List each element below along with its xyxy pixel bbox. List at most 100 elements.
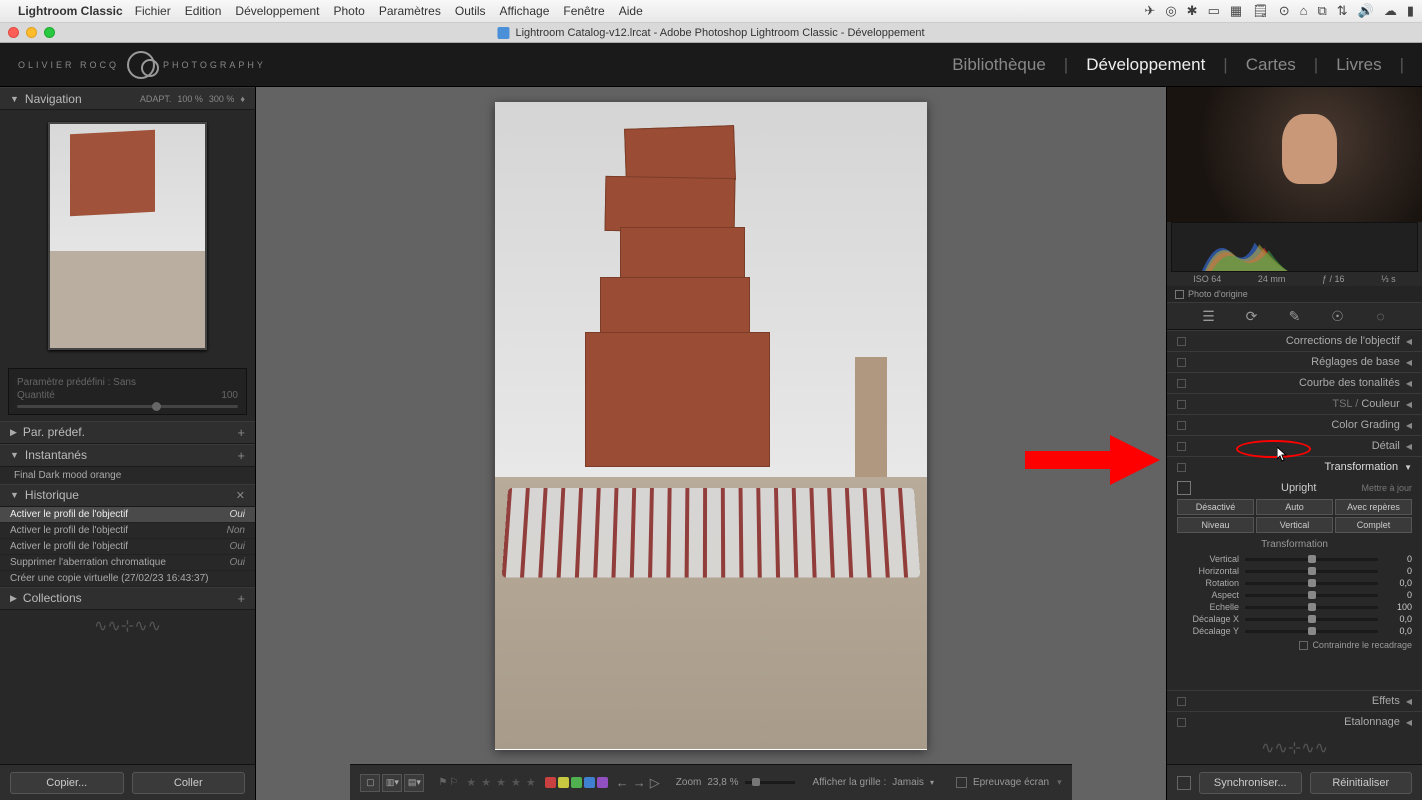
flag-pick-icon[interactable]: ⚑ <box>438 777 447 788</box>
module-develop[interactable]: Développement <box>1086 55 1205 75</box>
label-green[interactable] <box>571 777 582 788</box>
upright-update[interactable]: Mettre à jour <box>1361 483 1412 493</box>
next-photo-icon[interactable]: → <box>633 775 646 791</box>
tray-icon[interactable]: ⊙ <box>1279 3 1290 19</box>
close-window-button[interactable] <box>8 27 19 38</box>
tray-icon[interactable]: ▦ <box>1230 3 1242 19</box>
section-effects[interactable]: Effets◀ <box>1167 691 1422 711</box>
heal-tool-icon[interactable]: ✎ <box>1286 307 1304 325</box>
module-book[interactable]: Livres <box>1336 55 1381 75</box>
add-collection-icon[interactable]: + <box>237 591 245 606</box>
tray-icon[interactable]: ▭ <box>1208 3 1220 19</box>
grid-value[interactable]: Jamais <box>892 777 924 788</box>
loupe-view-icon[interactable]: ▢ <box>360 774 380 792</box>
minimize-window-button[interactable] <box>26 27 37 38</box>
zoom-slider[interactable] <box>745 781 795 784</box>
reference-view-icon[interactable]: ▤▾ <box>404 774 424 792</box>
zoom-window-button[interactable] <box>44 27 55 38</box>
label-purple[interactable] <box>597 777 608 788</box>
history-item[interactable]: Activer le profil de l'objectifOui <box>0 507 255 523</box>
dropdown-icon[interactable]: ▾ <box>930 778 934 787</box>
section-calibration[interactable]: Etalonnage◀ <box>1167 712 1422 732</box>
navigator-header[interactable]: ▼ Navigation ADAPT. 100 % 300 % ♦ <box>0 87 255 110</box>
upright-full-button[interactable]: Complet <box>1335 517 1412 533</box>
section-basic[interactable]: Réglages de base◀ <box>1167 352 1422 372</box>
app-name[interactable]: Lightroom Classic <box>18 4 123 18</box>
section-lens[interactable]: Corrections de l'objectif◀ <box>1167 331 1422 351</box>
crop-tool-icon[interactable]: ⟳ <box>1243 307 1261 325</box>
label-blue[interactable] <box>584 777 595 788</box>
preset-qty-slider[interactable] <box>17 405 238 408</box>
tray-icon[interactable]: ▮ <box>1407 3 1414 19</box>
label-yellow[interactable] <box>558 777 569 788</box>
history-item[interactable]: Supprimer l'aberration chromatiqueOui <box>0 555 255 571</box>
sync-button[interactable]: Synchroniser... <box>1199 772 1302 794</box>
transform-slider[interactable]: Echelle100 <box>1177 602 1412 612</box>
module-library[interactable]: Bibliothèque <box>952 55 1046 75</box>
presets-header[interactable]: ▶ Par. prédef. + <box>0 421 255 444</box>
collections-header[interactable]: ▶ Collections + <box>0 587 255 610</box>
upright-auto-button[interactable]: Auto <box>1256 499 1333 515</box>
menu-developpement[interactable]: Développement <box>235 4 319 18</box>
tray-icon[interactable]: ✈ <box>1144 3 1155 19</box>
navigator-preview[interactable] <box>0 110 255 362</box>
label-red[interactable] <box>545 777 556 788</box>
redeye-tool-icon[interactable]: ◌ <box>1372 307 1390 325</box>
module-map[interactable]: Cartes <box>1246 55 1296 75</box>
tray-icon[interactable]: ⧉ <box>1317 3 1326 19</box>
tray-icon[interactable]: ⇅ <box>1337 3 1348 19</box>
section-detail[interactable]: Détail◀ <box>1167 436 1422 456</box>
tray-icon[interactable]: 🗒 <box>1252 3 1269 19</box>
mask-tool-icon[interactable]: ☉ <box>1329 307 1347 325</box>
history-header[interactable]: ▼ Historique ✕ <box>0 484 255 507</box>
upright-vertical-button[interactable]: Vertical <box>1256 517 1333 533</box>
transform-slider[interactable]: Décalage X0,0 <box>1177 614 1412 624</box>
copy-settings-button[interactable]: Copier... <box>10 772 124 794</box>
menu-aide[interactable]: Aide <box>619 4 643 18</box>
nav-zoom-stepper-icon[interactable]: ♦ <box>240 94 245 104</box>
upright-off-button[interactable]: Désactivé <box>1177 499 1254 515</box>
autosync-toggle-icon[interactable] <box>1177 776 1191 790</box>
add-snapshot-icon[interactable]: + <box>237 448 245 463</box>
snapshot-item[interactable]: Final Dark mood orange <box>0 467 255 484</box>
upright-guided-button[interactable]: Avec repères <box>1335 499 1412 515</box>
snapshots-header[interactable]: ▼ Instantanés + <box>0 444 255 467</box>
menu-photo[interactable]: Photo <box>333 4 364 18</box>
tray-icon[interactable]: 🔊 <box>1358 3 1374 19</box>
tray-icon[interactable]: ⌂ <box>1300 3 1308 19</box>
tray-icon[interactable]: ◎ <box>1165 3 1176 19</box>
menu-fenetre[interactable]: Fenêtre <box>563 4 604 18</box>
rating-stars[interactable]: ★ ★ ★ ★ ★ <box>466 776 537 789</box>
clear-history-icon[interactable]: ✕ <box>236 489 245 502</box>
nav-zoom-100[interactable]: 100 % <box>177 94 203 104</box>
before-after-icon[interactable]: ▥▾ <box>382 774 402 792</box>
transform-slider[interactable]: Vertical0 <box>1177 554 1412 564</box>
constrain-crop[interactable]: Contraindre le recadrage <box>1177 640 1412 650</box>
section-tsl[interactable]: TSL / Couleur◀ <box>1167 394 1422 414</box>
histogram[interactable] <box>1171 222 1418 272</box>
section-transform[interactable]: Transformation ▼ <box>1167 457 1422 477</box>
play-slideshow-icon[interactable]: ▷ <box>650 775 660 791</box>
paste-settings-button[interactable]: Coller <box>132 772 246 794</box>
section-tonecurve[interactable]: Courbe des tonalités◀ <box>1167 373 1422 393</box>
menu-parametres[interactable]: Paramètres <box>379 4 441 18</box>
nav-fit-label[interactable]: ADAPT. <box>140 94 172 104</box>
toolbar-options-icon[interactable]: ▾ <box>1057 777 1062 788</box>
soft-proof-checkbox[interactable] <box>956 777 967 788</box>
history-item[interactable]: Créer une copie virtuelle (27/02/23 16:4… <box>0 571 255 587</box>
loupe-view[interactable]: ▢ ▥▾ ▤▾ ⚑ ⚐ ★ ★ ★ ★ ★ ← <box>256 87 1166 800</box>
menu-edition[interactable]: Edition <box>185 4 222 18</box>
menu-outils[interactable]: Outils <box>455 4 486 18</box>
upright-level-button[interactable]: Niveau <box>1177 517 1254 533</box>
transform-slider[interactable]: Rotation0,0 <box>1177 578 1412 588</box>
transform-slider[interactable]: Horizontal0 <box>1177 566 1412 576</box>
tray-icon[interactable]: ☁ <box>1384 3 1397 19</box>
history-item[interactable]: Activer le profil de l'objectifNon <box>0 523 255 539</box>
edit-sliders-icon[interactable]: ☰ <box>1200 307 1218 325</box>
tray-icon[interactable]: ✱ <box>1187 3 1198 19</box>
flag-reject-icon[interactable]: ⚐ <box>449 777 458 788</box>
menu-fichier[interactable]: Fichier <box>135 4 171 18</box>
guided-upright-icon[interactable] <box>1177 481 1191 495</box>
prev-photo-icon[interactable]: ← <box>616 775 629 791</box>
reset-button[interactable]: Réinitialiser <box>1310 772 1413 794</box>
